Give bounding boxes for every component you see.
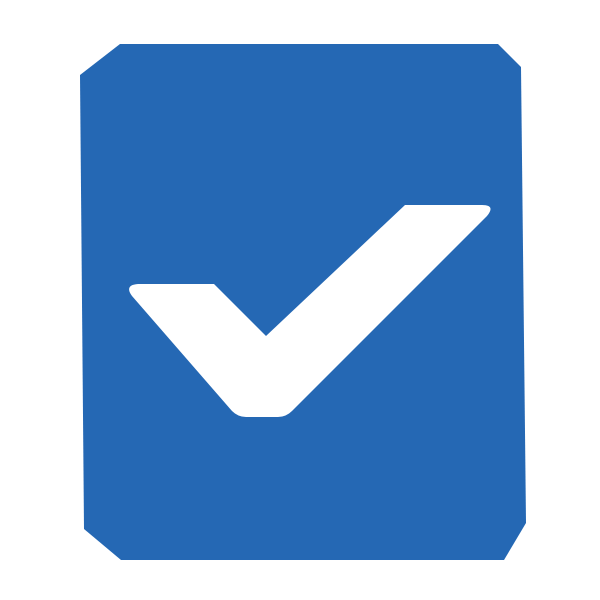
icon-canvas <box>0 0 600 600</box>
checked-checkbox-icon[interactable] <box>0 0 600 600</box>
